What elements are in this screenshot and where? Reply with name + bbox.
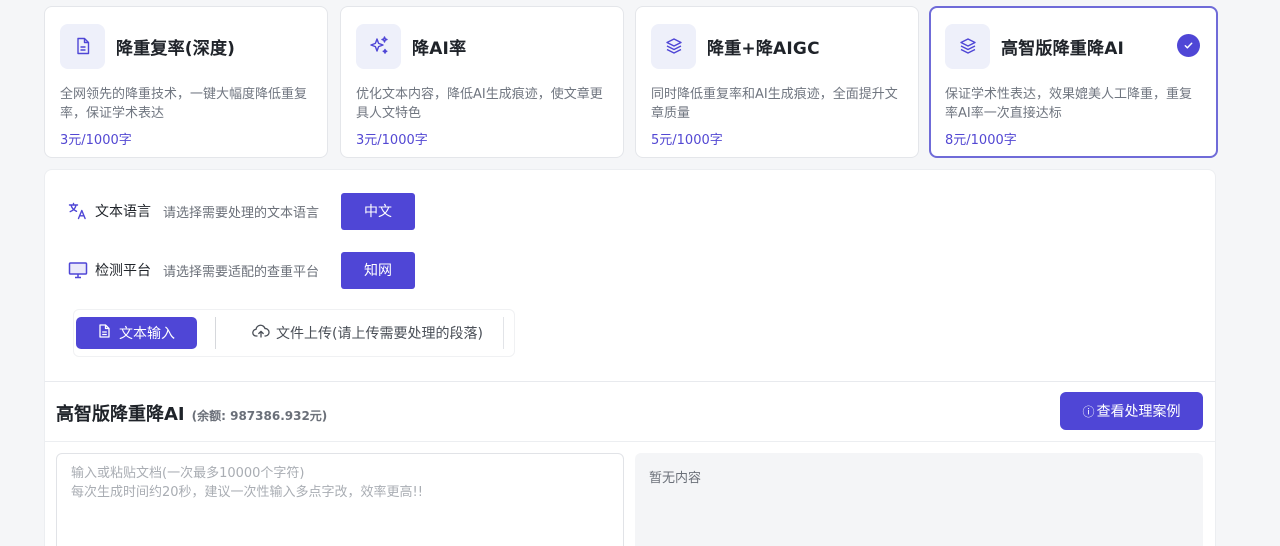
settings-panel: 文本语言 请选择需要处理的文本语言 中文 检测平台 请选择需要适配的查重平台 知… [44,169,1216,381]
service-card-dedup-aigc[interactable]: 降重+降AIGC 同时降低重复率和AI生成痕迹，全面提升文章质量 5元/1000… [635,6,919,158]
document-icon [98,324,111,342]
service-price: 3元/1000字 [356,133,428,148]
service-title: 高智版降重降AI [1001,38,1125,59]
service-desc: 同时降低重复率和AI生成痕迹，全面提升文章质量 [651,87,898,121]
language-label: 文本语言 [95,204,151,220]
selected-check-icon [1177,34,1200,57]
tab-file-upload[interactable]: 文件上传(请上传需要处理的段落) [252,323,483,343]
info-icon: ⓘ [1082,404,1095,419]
service-desc: 全网领先的降重技术，一键大幅度降低重复率，保证学术表达 [60,87,308,121]
service-price: 3元/1000字 [60,133,132,148]
workspace-title: 高智版降重降AI [56,404,185,425]
divider [45,441,1215,442]
tab-text-input-label: 文本输入 [119,326,175,342]
language-hint: 请选择需要处理的文本语言 [163,205,320,221]
workspace: 高智版降重降AI (余额: 987386.932元) ⓘ 查看处理案例 输入或粘… [44,381,1216,546]
tab-file-upload-label: 文件上传(请上传需要处理的段落) [276,326,483,342]
tab-divider [502,317,504,349]
service-title: 降重复率(深度) [116,38,236,59]
service-price: 8元/1000字 [945,133,1017,148]
platform-hint: 请选择需要适配的查重平台 [163,264,320,280]
service-card-dedup-deep[interactable]: 降重复率(深度) 全网领先的降重技术，一键大幅度降低重复率，保证学术表达 3元/… [44,6,328,158]
service-cards: 降重复率(深度) 全网领先的降重技术，一键大幅度降低重复率，保证学术表达 3元/… [44,6,1218,158]
layers-icon [651,23,696,69]
language-select-button[interactable]: 中文 [341,192,416,230]
service-card-reduce-ai[interactable]: 降AI率 优化文本内容，降低AI生成痕迹，使文章更具人文特色 3元/1000字 [340,6,624,158]
input-mode-tabs: 文本输入 文件上传(请上传需要处理的段落) [73,309,515,357]
cloud-upload-icon [252,324,270,342]
translate-icon [67,200,89,222]
tab-divider [215,317,216,349]
platform-label: 检测平台 [95,263,151,279]
text-input-area[interactable]: 输入或粘贴文档(一次最多10000个字符) 每次生成时间约20秒，建议一次性输入… [56,453,624,546]
platform-select-button[interactable]: 知网 [341,251,416,289]
view-cases-button[interactable]: ⓘ 查看处理案例 [1060,392,1203,430]
platform-row: 检测平台 请选择需要适配的查重平台 知网 [67,251,416,289]
service-title: 降AI率 [412,38,467,59]
view-cases-label: 查看处理案例 [1096,403,1181,419]
service-price: 5元/1000字 [651,133,723,148]
service-desc: 优化文本内容，降低AI生成痕迹，使文章更具人文特色 [356,87,603,121]
sparkles-icon [356,23,401,69]
result-output-area: 暂无内容 [635,453,1203,546]
balance-text: (余额: 987386.932元) [191,409,328,423]
tab-text-input[interactable]: 文本输入 [76,317,197,349]
monitor-icon [67,259,89,281]
layers-icon [945,23,990,69]
service-desc: 保证学术性表达，效果媲美人工降重，重复率AI率一次直接达标 [945,87,1193,121]
workspace-header: 高智版降重降AI (余额: 987386.932元) [56,400,327,426]
language-row: 文本语言 请选择需要处理的文本语言 中文 [67,192,416,230]
service-card-premium[interactable]: 高智版降重降AI 保证学术性表达，效果媲美人工降重，重复率AI率一次直接达标 8… [929,6,1218,158]
result-empty-text: 暂无内容 [649,471,702,486]
document-icon [60,23,105,69]
service-title: 降重+降AIGC [707,38,820,59]
